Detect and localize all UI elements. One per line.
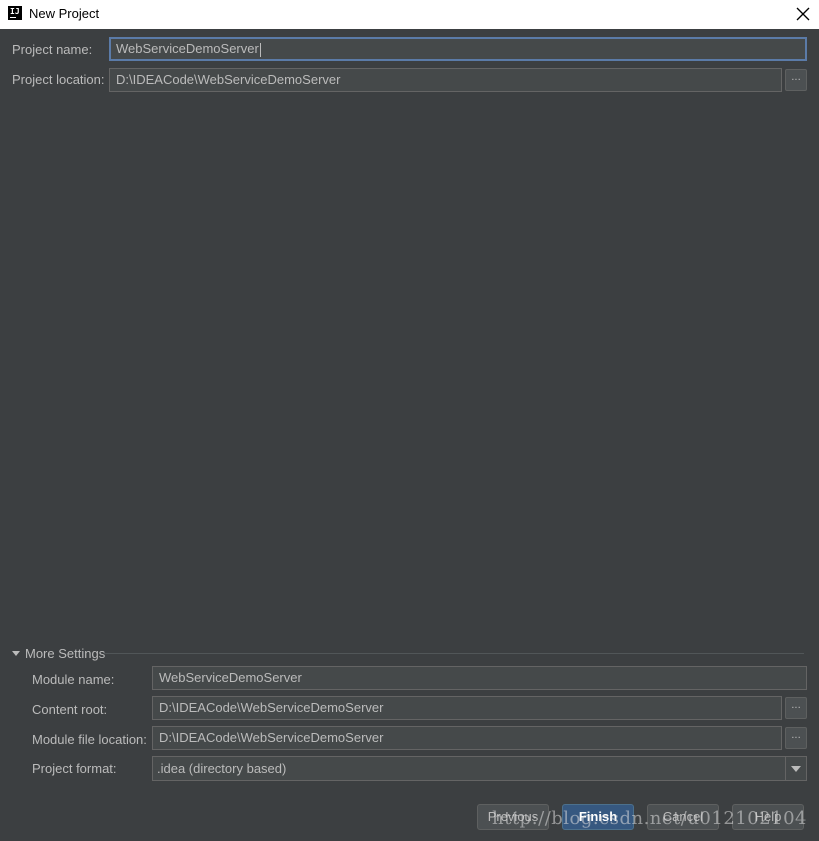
module-file-location-label: Module file location: [32, 732, 147, 747]
cancel-button[interactable]: Cancel [647, 804, 719, 830]
finish-button[interactable]: Finish [562, 804, 634, 830]
project-name-input[interactable]: WebServiceDemoServer [109, 37, 807, 61]
module-name-value: WebServiceDemoServer [159, 670, 302, 685]
new-project-dialog: IJ New Project Project name: WebServiceD… [0, 0, 819, 841]
project-location-input[interactable]: D:\IDEACode\WebServiceDemoServer [109, 68, 782, 92]
content-root-browse-button[interactable]: ... [785, 697, 807, 719]
content-root-label: Content root: [32, 702, 108, 717]
more-settings-separator [104, 653, 804, 654]
more-settings-label: More Settings [25, 645, 106, 661]
project-format-label: Project format: [32, 761, 117, 776]
title-bar: IJ New Project [0, 0, 819, 29]
dropdown-arrow-icon [785, 757, 806, 780]
intellij-logo-icon: IJ [8, 6, 22, 20]
module-file-location-input[interactable]: D:\IDEACode\WebServiceDemoServer [152, 726, 782, 750]
window-title: New Project [29, 6, 100, 21]
help-button[interactable]: Help [732, 804, 804, 830]
project-location-browse-button[interactable]: ... [785, 69, 807, 91]
project-name-value: WebServiceDemoServer [116, 41, 259, 56]
project-location-value: D:\IDEACode\WebServiceDemoServer [116, 72, 341, 87]
collapse-triangle-icon [12, 650, 20, 656]
module-name-label: Module name: [32, 672, 115, 687]
project-format-select[interactable]: .idea (directory based) [152, 756, 807, 781]
more-settings-toggle[interactable]: More Settings [12, 644, 105, 662]
close-button[interactable] [790, 2, 816, 26]
text-caret [259, 42, 261, 57]
content-root-value: D:\IDEACode\WebServiceDemoServer [159, 700, 384, 715]
previous-button[interactable]: Previous [477, 804, 549, 830]
logo-text: IJ [10, 7, 20, 16]
content-root-input[interactable]: D:\IDEACode\WebServiceDemoServer [152, 696, 782, 720]
close-icon [796, 7, 810, 21]
module-name-input[interactable]: WebServiceDemoServer [152, 666, 807, 690]
project-format-value: .idea (directory based) [157, 761, 287, 776]
project-location-label: Project location: [12, 72, 105, 87]
module-file-location-value: D:\IDEACode\WebServiceDemoServer [159, 730, 384, 745]
module-file-location-browse-button[interactable]: ... [785, 727, 807, 749]
project-name-label: Project name: [12, 42, 93, 57]
